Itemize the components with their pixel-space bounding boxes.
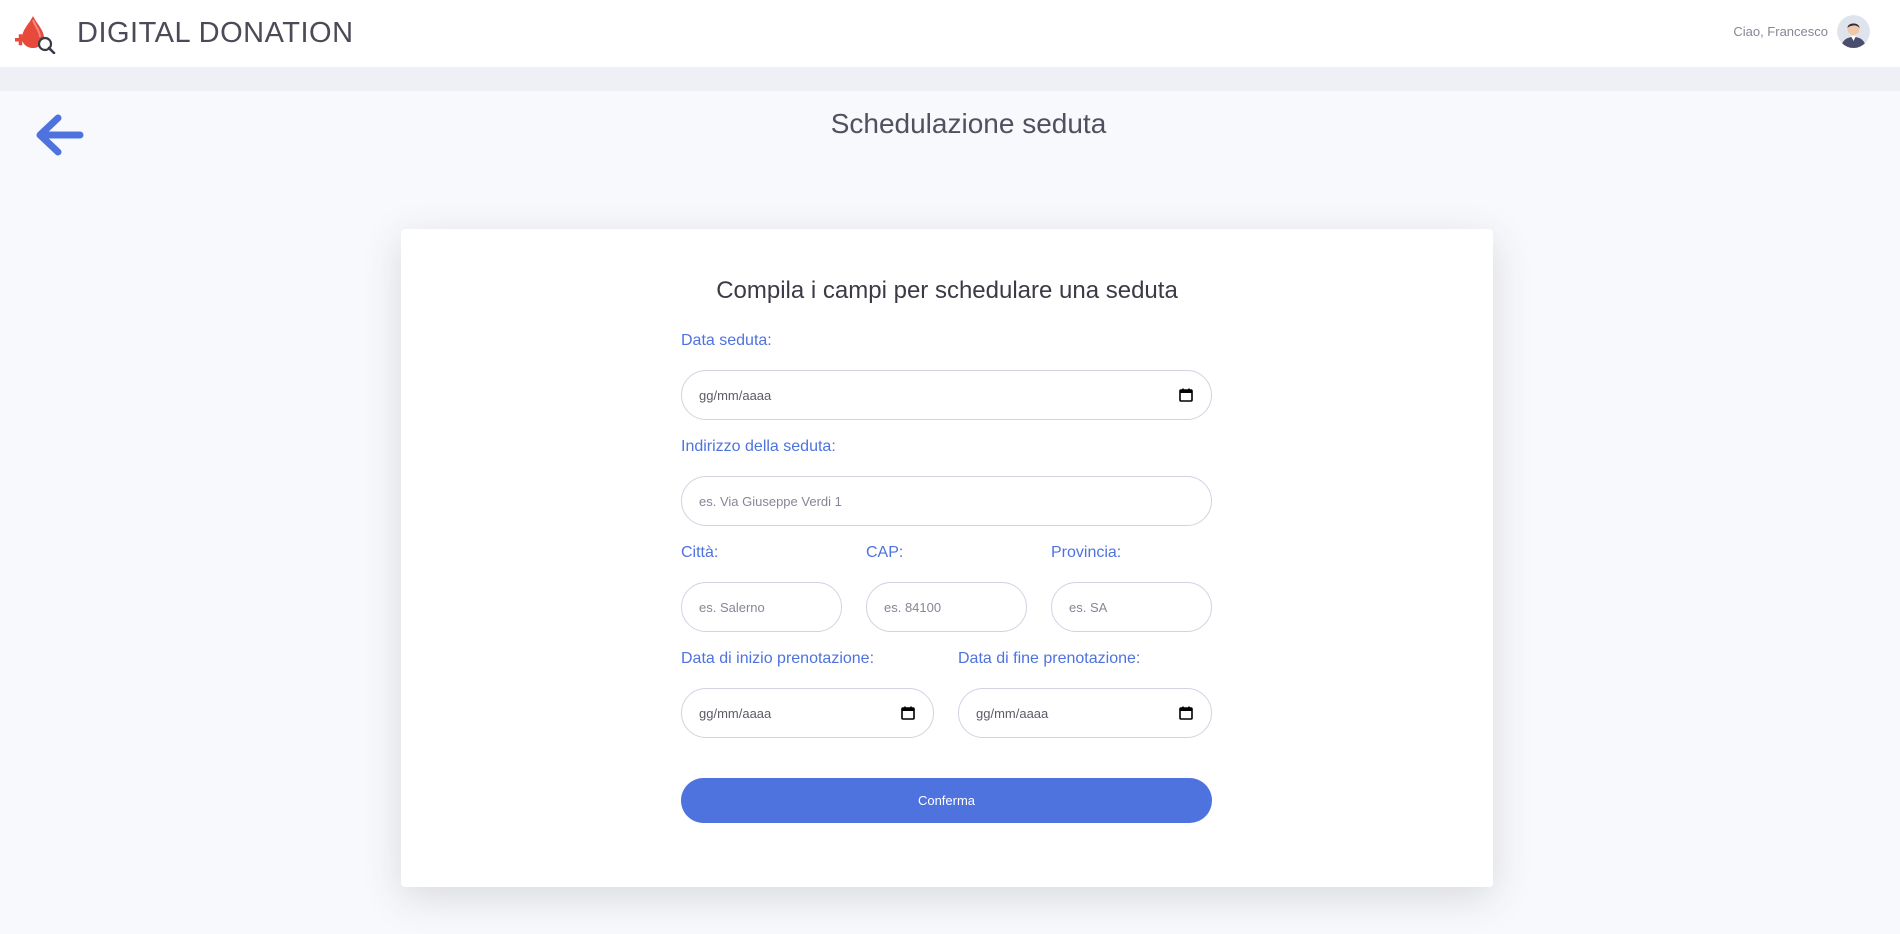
blood-drop-search-logo-icon: [13, 14, 57, 54]
user-avatar-icon[interactable]: [1837, 14, 1870, 48]
start-date-value: gg/mm/aaaa: [699, 705, 772, 721]
form-heading: Compila i campi per schedulare una sedut…: [716, 277, 1178, 304]
province-label: Provincia:: [1051, 544, 1122, 561]
address-label: Indirizzo della seduta:: [681, 438, 836, 455]
calendar-icon[interactable]: [1179, 706, 1193, 720]
city-input[interactable]: es. Salerno: [681, 582, 842, 632]
top-navbar: DIGITAL DONATION Ciao, Francesco: [0, 0, 1900, 67]
confirm-button[interactable]: Conferma: [681, 778, 1212, 823]
user-greeting: Ciao, Francesco: [1733, 23, 1828, 39]
start-date-label: Data di inizio prenotazione:: [681, 650, 875, 667]
brand-name: DIGITAL DONATION: [77, 17, 354, 49]
end-date-value: gg/mm/aaaa: [976, 705, 1049, 721]
header-divider: [0, 67, 1900, 91]
session-date-value: gg/mm/aaaa: [699, 387, 772, 403]
calendar-icon[interactable]: [1179, 388, 1193, 402]
cap-input[interactable]: es. 84100: [866, 582, 1027, 632]
brand[interactable]: DIGITAL DONATION: [13, 0, 354, 67]
city-placeholder: es. Salerno: [699, 599, 765, 615]
schedule-form-card: Compila i campi per schedulare una sedut…: [401, 229, 1493, 887]
calendar-icon[interactable]: [901, 706, 915, 720]
page-title: Schedulazione seduta: [830, 108, 1107, 139]
cap-label: CAP:: [866, 544, 904, 561]
start-date-input[interactable]: gg/mm/aaaa: [681, 688, 934, 738]
end-date-input[interactable]: gg/mm/aaaa: [958, 688, 1212, 738]
session-date-input[interactable]: gg/mm/aaaa: [681, 370, 1212, 420]
city-label: Città:: [681, 544, 719, 561]
address-placeholder: es. Via Giuseppe Verdi 1: [699, 493, 842, 509]
address-input[interactable]: es. Via Giuseppe Verdi 1: [681, 476, 1212, 526]
user-menu[interactable]: Ciao, Francesco: [1733, 14, 1870, 48]
cap-placeholder: es. 84100: [884, 599, 942, 615]
province-input[interactable]: es. SA: [1051, 582, 1212, 632]
province-placeholder: es. SA: [1069, 599, 1108, 615]
end-date-label: Data di fine prenotazione:: [958, 650, 1141, 667]
date-label: Data seduta:: [681, 332, 772, 349]
